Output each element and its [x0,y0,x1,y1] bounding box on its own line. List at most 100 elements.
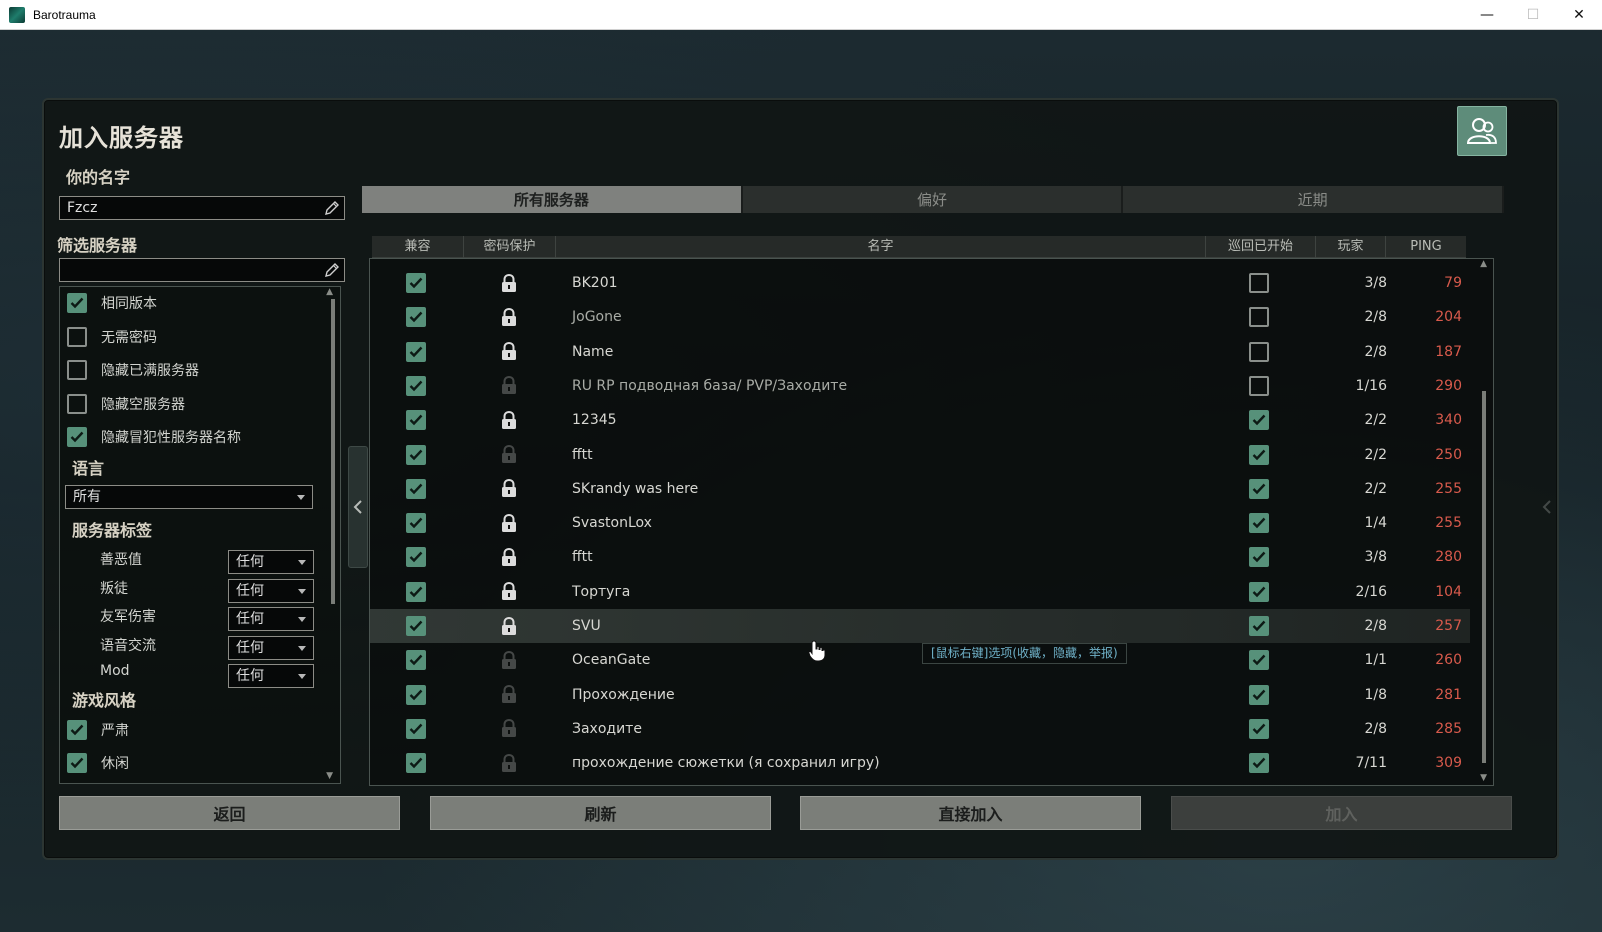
scroll-down-icon[interactable]: ▼ [1480,773,1487,783]
compatible-cell [406,300,426,334]
tab-all-servers[interactable]: 所有服务器 [362,186,743,213]
close-button[interactable]: ✕ [1556,0,1602,30]
round-started-check [1249,547,1269,568]
lock-icon [501,712,517,746]
tag-dropdown[interactable]: 任何 [228,578,314,603]
check-icon [409,517,423,529]
column-round-started[interactable]: 巡回已开始 [1206,236,1316,258]
tag-dropdown-value: 任何 [236,611,264,627]
check-icon [409,346,423,357]
check-icon [409,620,423,632]
checkbox[interactable] [67,393,87,414]
tag-dropdown-value: 任何 [236,639,264,656]
filter-checkbox-item[interactable]: 相同版本 [67,291,157,315]
lock-icon [501,643,517,677]
refresh-button[interactable]: 刷新 [430,796,771,830]
friends-button[interactable] [1457,106,1507,156]
filter-checkbox-item[interactable]: 无需密码 [67,325,157,349]
checkbox[interactable] [67,753,87,773]
server-row[interactable]: Name 2/8 187 [370,335,1470,369]
server-row[interactable]: прохождение сюжетки (я сохранил игру) 7/1… [370,746,1470,780]
server-row[interactable]: Заходите 2/8 285 [370,712,1470,746]
compatible-check [406,307,426,328]
server-row[interactable]: JoGone 2/8 204 [370,300,1470,334]
tag-dropdown-value: 任何 [236,582,264,599]
checkbox-label: 严肃 [101,723,129,739]
back-button[interactable]: 返回 [59,796,400,830]
filter-search-input[interactable] [59,258,345,282]
server-row[interactable]: SvastonLox 1/4 255 [370,506,1470,540]
filter-scrollbar[interactable] [331,299,335,604]
checkbox[interactable] [67,360,87,380]
direct-join-button[interactable]: 直接加入 [800,796,1141,830]
language-dropdown[interactable]: 所有 [65,485,313,509]
checkbox[interactable] [67,326,87,347]
filter-checkbox-item[interactable]: 隐藏冒犯性服务器名称 [67,425,241,449]
checkbox[interactable] [67,720,87,740]
column-players[interactable]: 玩家 [1316,236,1386,258]
tag-dropdown[interactable]: 任何 [228,550,314,574]
compatible-check [406,718,426,739]
chevron-down-icon [298,588,306,594]
server-tabs: 所有服务器 偏好 近期 [362,186,1505,213]
server-row[interactable]: Прохождение 1/8 281 [370,678,1470,712]
tag-dropdown[interactable]: 任何 [228,607,314,631]
checkbox-label: 无需密码 [101,329,157,346]
lock-icon [501,472,517,506]
compatible-cell [406,609,426,643]
minimize-button[interactable]: — [1464,0,1510,30]
server-list-scrollbar[interactable] [1482,391,1486,763]
scroll-up-icon[interactable]: ▲ [326,287,333,297]
tag-dropdown[interactable]: 任何 [228,664,314,688]
server-row[interactable]: fftt 2/2 250 [370,438,1470,472]
maximize-button[interactable]: ☐ [1510,0,1556,30]
server-row[interactable]: BK201 3/8 79 [370,266,1470,300]
column-compatible[interactable]: 兼容 [372,236,464,258]
your-name-input[interactable]: Fzcz [59,196,345,220]
server-row[interactable]: 12345 2/2 340 [370,403,1470,437]
server-tags-label: 服务器标签 [72,521,153,540]
player-count: 2/2 [1364,446,1387,463]
server-row[interactable]: RU RP подводная база/ PVP/Заходите 1/16 29… [370,369,1470,403]
ping-value: 79 [1444,275,1462,291]
checkbox[interactable] [67,293,87,313]
scroll-down-icon[interactable]: ▼ [326,771,333,781]
tag-dropdown[interactable]: 任何 [228,635,314,660]
ping-value: 281 [1435,686,1462,703]
tab-favorites[interactable]: 偏好 [742,186,1124,213]
check-icon [409,689,423,700]
collapse-right-button[interactable] [1537,446,1557,568]
server-list: BK201 3/8 79 JoGone 2/8 204 Name 2/8 187 RU RP по… [369,258,1494,786]
check-icon [409,586,423,597]
column-password[interactable]: 密码保护 [464,236,556,258]
column-ping[interactable]: PING [1386,236,1466,258]
round-started-check [1249,684,1269,705]
collapse-filters-button[interactable] [348,446,368,568]
server-row[interactable]: fftt 3/8 280 [370,540,1470,574]
column-name[interactable]: 名字 [556,236,1206,258]
tab-recent[interactable]: 近期 [1123,186,1505,213]
check-icon [1252,757,1266,769]
player-count: 2/16 [1355,583,1387,600]
server-row[interactable]: Тортуга 2/16 104 [370,575,1470,609]
round-started-cell [1249,403,1269,437]
chevron-left-icon [1542,500,1551,514]
tag-label: Mod [100,663,130,679]
server-row[interactable]: OceanGate 1/1 260 [370,643,1470,677]
scroll-up-icon[interactable]: ▲ [1480,259,1487,269]
round-started-cell [1249,712,1269,746]
tag-label: 友军伤害 [100,609,156,625]
ping-value: 309 [1435,755,1462,772]
compatible-check [406,753,426,774]
filter-checkbox-item[interactable]: 隐藏空服务器 [67,392,185,416]
playstyle-checkbox-item[interactable]: 严肃 [67,718,129,742]
round-started-cell [1249,506,1269,540]
checkbox[interactable] [67,427,87,447]
filter-checkbox-item[interactable]: 隐藏已满服务器 [67,358,199,382]
server-row[interactable]: SKrandy was here 2/2 255 [370,472,1470,506]
join-button[interactable]: 加入 [1171,796,1512,830]
player-count: 7/11 [1355,755,1387,772]
server-name: JoGone [572,309,622,326]
server-row[interactable]: SVU 2/8 257 [370,609,1470,643]
playstyle-checkbox-item[interactable]: 休闲 [67,751,129,775]
